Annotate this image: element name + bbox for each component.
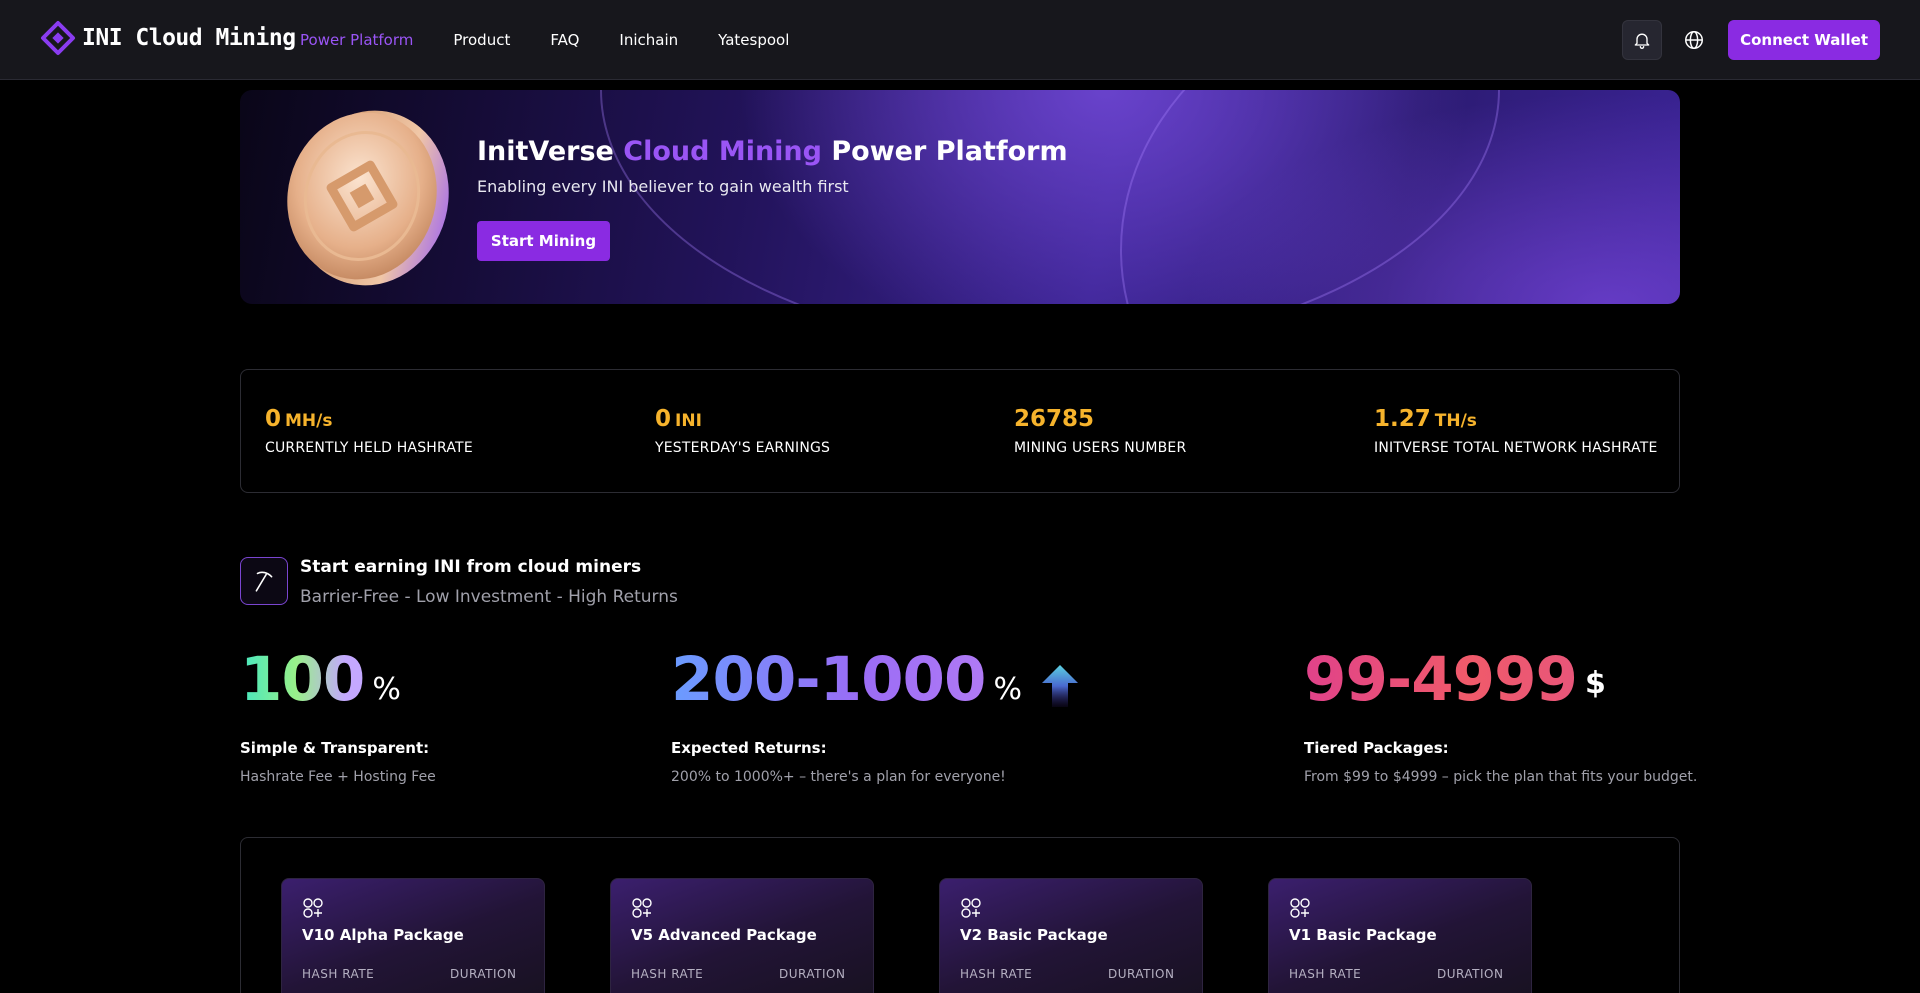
big-unit: $ [1584,666,1606,701]
duration-label: DURATION [779,967,846,981]
connect-wallet-button[interactable]: Connect Wallet [1728,20,1880,60]
hash-rate-label: HASH RATE [1289,967,1362,981]
hero-title: InitVerse Cloud Mining Power Platform [477,136,1068,167]
package-icon [961,898,981,918]
package-card-v10[interactable]: V10 Alpha Package HASH RATE DURATION [281,878,545,993]
nav-faq[interactable]: FAQ [550,31,579,49]
pickaxe-badge [240,557,288,605]
globe-icon [1685,31,1704,49]
package-icon [1290,898,1310,918]
feature-title: Expected Returns: [671,739,827,757]
stat-label: YESTERDAY'S EARNINGS [655,440,831,456]
hero-title-prefix: InitVerse [477,136,614,167]
logo-text: INI Cloud Mining [82,25,296,51]
logo[interactable]: INI Cloud Mining [40,20,296,56]
main-nav: Power Platform Product FAQ Inichain Yate… [300,0,829,80]
feature-title: Simple & Transparent: [240,739,430,757]
nav-product[interactable]: Product [453,31,510,49]
big-number: 200-1000 [671,644,986,715]
bell-icon [1634,33,1650,49]
hero-subtitle: Enabling every INI believer to gain weal… [477,177,849,196]
hash-rate-label: HASH RATE [631,967,704,981]
notifications-button[interactable] [1622,20,1663,60]
feature-packages-number: 99-4999 $ [1304,645,1606,715]
stat-held-hashrate: 0 MH/s CURRENTLY HELD HASHRATE [265,406,473,456]
stat-yesterday-earnings: 0 INI YESTERDAY'S EARNINGS [655,406,830,456]
hero-title-accent: Cloud Mining [623,136,822,167]
earn-subtitle: Barrier-Free - Low Investment - High Ret… [300,587,678,607]
duration-label: DURATION [1437,967,1504,981]
stat-value: 26785 [1014,406,1095,432]
hero-banner: InitVerse Cloud Mining Power Platform En… [240,90,1680,304]
stat-mining-users: 26785 MINING USERS NUMBER [1014,406,1186,456]
stats-panel: 0 MH/s CURRENTLY HELD HASHRATE 0 INI YESTE… [240,369,1680,493]
start-mining-button[interactable]: Start Mining [477,221,610,261]
package-icon [303,898,323,918]
nav-yatespool[interactable]: Yatespool [718,31,789,49]
stat-label: CURRENTLY HELD HASHRATE [265,440,473,456]
big-unit: % [372,672,401,707]
big-unit: % [993,672,1022,707]
arrow-up-icon [1041,665,1078,707]
feature-desc: 200% to 1000%+ – there's a plan for ever… [671,769,1006,785]
package-name: V10 Alpha Package [302,926,464,944]
stat-value: 0 INI [655,406,702,432]
stat-label: INITVERSE TOTAL NETWORK HASHRATE [1374,440,1658,456]
hash-rate-label: HASH RATE [302,967,375,981]
feature-transparent-number: 100 % [240,645,401,715]
package-card-v1[interactable]: V1 Basic Package HASH RATE DURATION [1268,878,1532,993]
feature-desc: From $99 to $4999 – pick the plan that f… [1304,769,1698,785]
package-name: V1 Basic Package [1289,926,1437,944]
hero-decoration [1120,90,1680,304]
language-button[interactable] [1674,20,1714,60]
duration-label: DURATION [450,967,517,981]
stat-label: MINING USERS NUMBER [1014,440,1187,456]
feature-returns-number: 200-1000 % [671,645,1080,715]
package-name: V5 Advanced Package [631,926,817,944]
package-icon [632,898,652,918]
hash-rate-label: HASH RATE [960,967,1033,981]
pickaxe-icon [255,571,273,592]
feature-title: Tiered Packages: [1304,739,1449,757]
top-header: INI Cloud Mining Power Platform Product … [0,0,1920,80]
stat-value: 1.27 TH/s [1374,406,1477,432]
package-card-v5[interactable]: V5 Advanced Package HASH RATE DURATION [610,878,874,993]
nav-power-platform[interactable]: Power Platform [300,31,413,49]
header-actions: Connect Wallet [1622,20,1880,60]
package-card-v2[interactable]: V2 Basic Package HASH RATE DURATION [939,878,1203,993]
stat-network-hashrate: 1.27 TH/s INITVERSE TOTAL NETWORK HASHRAT… [1374,406,1658,456]
logo-icon [41,21,75,55]
ini-coin-icon [287,110,449,286]
big-number: 100 [240,644,365,715]
duration-label: DURATION [1108,967,1175,981]
feature-desc: Hashrate Fee + Hosting Fee [240,769,436,785]
earn-title: Start earning INI from cloud miners [300,557,642,577]
big-number: 99-4999 [1304,644,1578,715]
package-name: V2 Basic Package [960,926,1108,944]
hero-title-suffix: Power Platform [831,136,1068,167]
nav-inichain[interactable]: Inichain [619,31,678,49]
stat-value: 0 MH/s [265,406,333,432]
